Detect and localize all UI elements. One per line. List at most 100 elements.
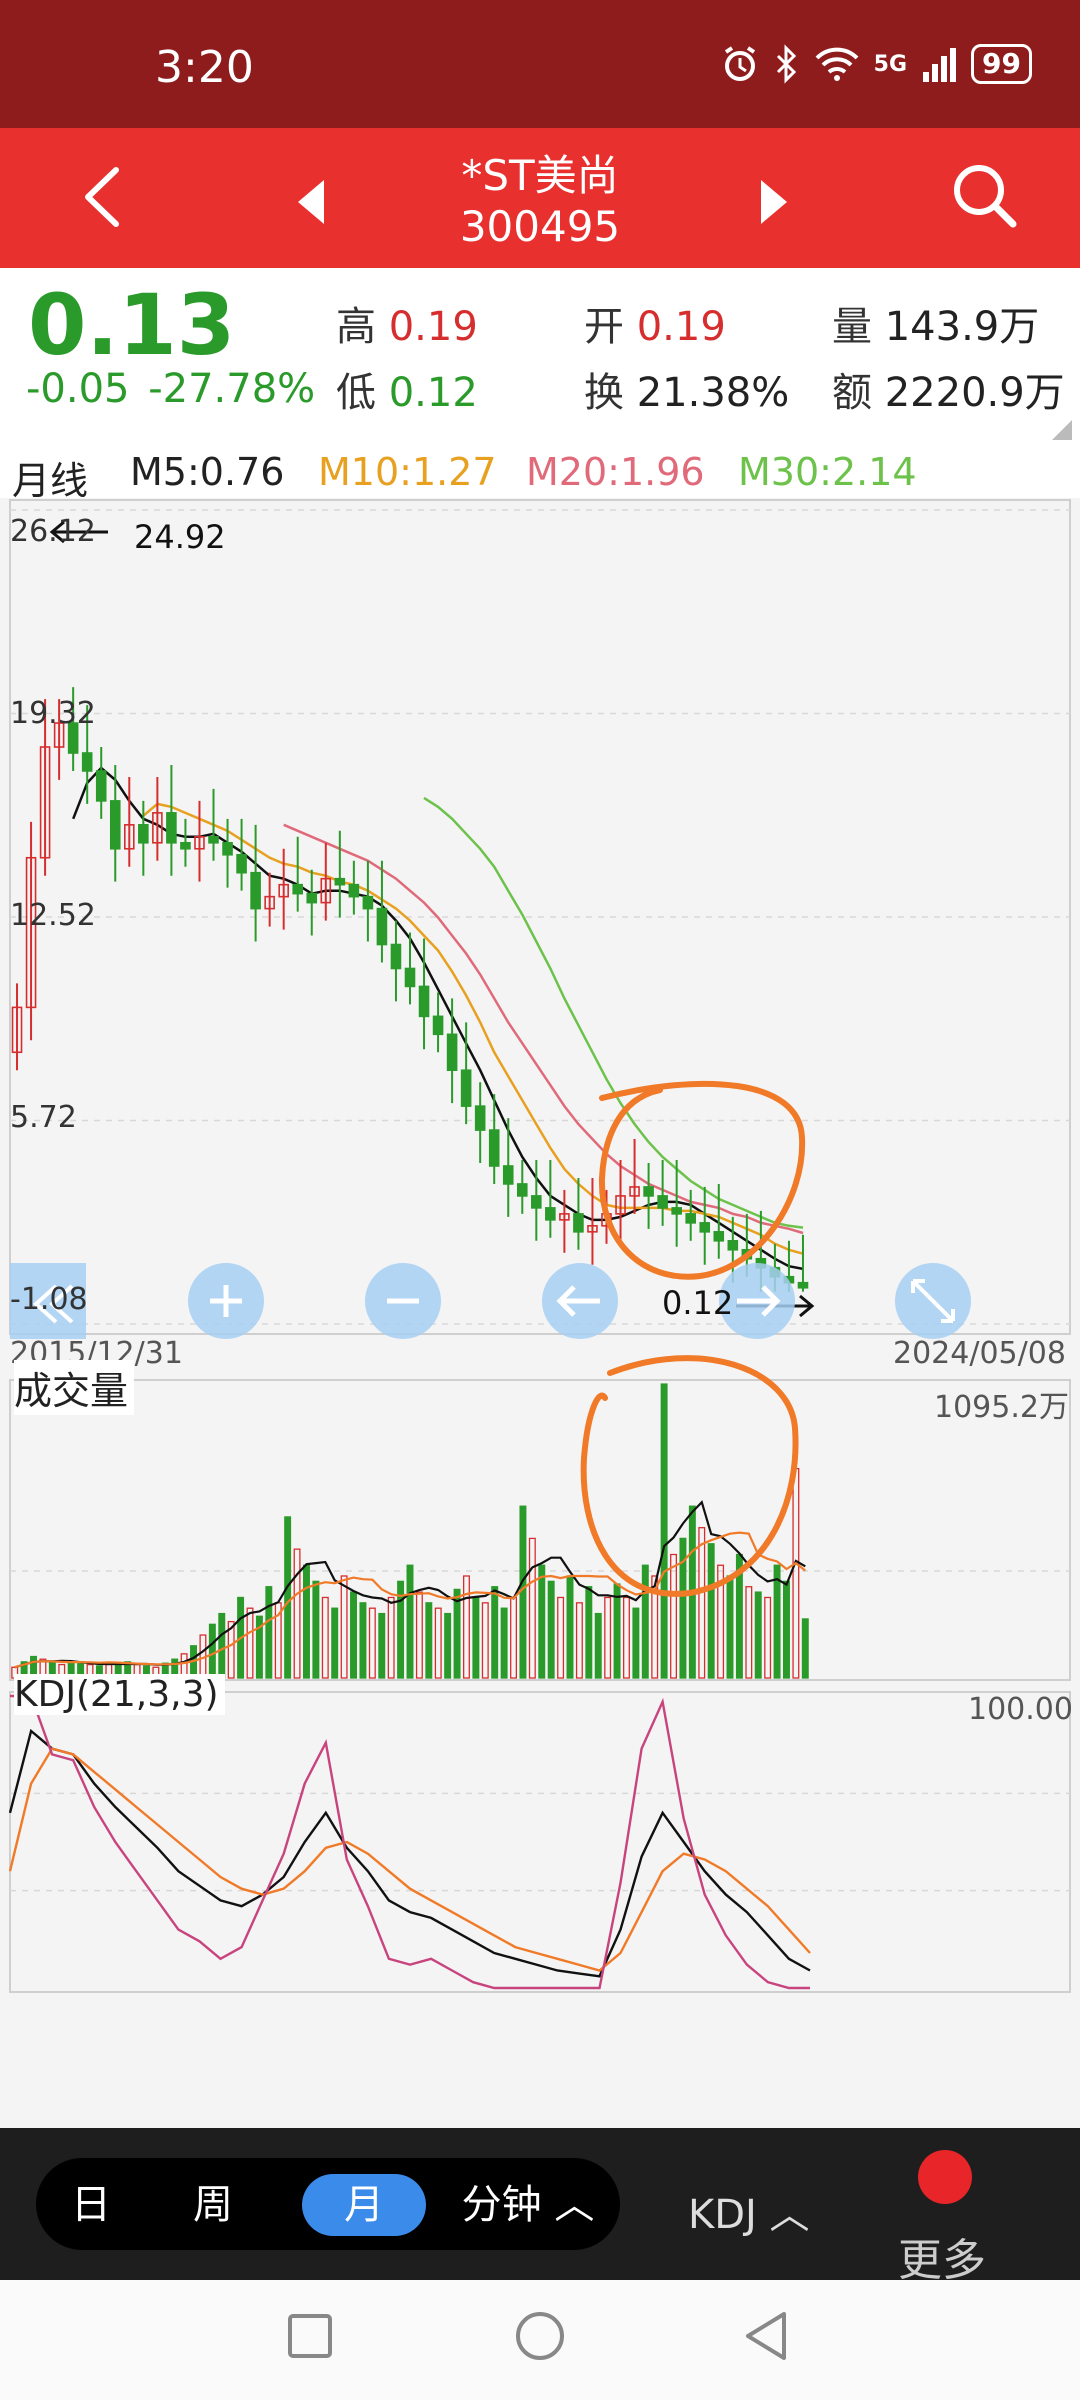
candle-body [685, 1213, 696, 1224]
volume-value: 143.9万 [884, 304, 1040, 350]
status-bar: 3:20 5G 99 [0, 0, 1080, 128]
next-stock-icon[interactable] [745, 172, 795, 232]
candle-body [545, 1207, 556, 1221]
candle-body [432, 1015, 444, 1036]
volume-bar [453, 1588, 461, 1679]
price-change: -0.05 -27.78% [26, 366, 315, 412]
volume-bar [566, 1575, 574, 1679]
volume-bar [500, 1607, 508, 1679]
tab-day[interactable]: 日 [54, 2174, 128, 2236]
candle-body [797, 1281, 809, 1289]
candle-body [474, 1105, 486, 1131]
tab-week[interactable]: 周 [176, 2174, 250, 2236]
bluetooth-icon [776, 44, 796, 84]
back-nav-icon[interactable] [742, 2310, 792, 2362]
candle-body [348, 883, 360, 898]
candle-body [390, 943, 402, 970]
candle-body [460, 1069, 472, 1107]
more-button[interactable]: 更多 [898, 2224, 986, 2288]
open-value: 0.19 [636, 304, 726, 350]
high-label: 高 [336, 304, 376, 350]
candle-body [166, 812, 177, 844]
candle-body [208, 835, 219, 844]
change-value: -0.05 [26, 366, 130, 412]
y-label-1: 19.32 [10, 696, 96, 731]
volume-bar [726, 1575, 734, 1679]
volume-bar [773, 1564, 781, 1679]
kdj-panel-frame [9, 1691, 1071, 1993]
volume-row: 量 143.9万 [832, 294, 1039, 352]
chart-area: 26.12 19.32 12.52 5.72 -1.08 24.92 0.12 … [0, 498, 1080, 1998]
prev-stock-icon[interactable] [290, 172, 340, 232]
volume-bar [425, 1602, 433, 1679]
turnover-value: 21.38% [636, 370, 790, 416]
max-marker: 24.92 [134, 518, 226, 556]
home-icon[interactable] [514, 2310, 566, 2362]
change-percent: -27.78% [148, 366, 316, 412]
recent-apps-icon[interactable] [286, 2312, 334, 2360]
volume-title: 成交量 [14, 1360, 135, 1415]
volume-bar [302, 1564, 310, 1679]
candle-body [699, 1222, 711, 1233]
y-label-0: 26.12 [10, 514, 96, 549]
expand-corner-icon[interactable] [1052, 420, 1072, 440]
alarm-icon [724, 46, 755, 81]
candle-body [95, 770, 107, 802]
candle-body [222, 841, 233, 856]
status-icons: 5G 99 [720, 44, 1032, 84]
high-value: 0.19 [388, 304, 478, 350]
back-icon[interactable] [70, 162, 140, 232]
y-label-2: 12.52 [10, 898, 96, 933]
candle-body [502, 1165, 514, 1185]
open-row: 开 0.19 [584, 294, 726, 352]
m30-label: M30:2.14 [738, 450, 917, 494]
volume-bar [265, 1586, 273, 1679]
tab-minute[interactable]: 分钟 ︿ [448, 2174, 608, 2236]
volume-bar [585, 1586, 593, 1679]
open-label: 开 [584, 304, 624, 350]
tab-month[interactable]: 月 [302, 2174, 426, 2236]
candle-body [376, 907, 388, 946]
more-badge-icon [918, 2150, 972, 2204]
candle-body [657, 1195, 668, 1209]
battery-indicator: 99 [971, 44, 1032, 84]
indicator-selector[interactable]: KDJ ︿ [688, 2182, 810, 2240]
volume-bar [378, 1612, 386, 1679]
volume-bar [444, 1612, 452, 1679]
candle-body [488, 1129, 500, 1167]
volume-bar [782, 1580, 790, 1679]
candle-body [362, 895, 374, 910]
turnover-row: 换 21.38% [584, 360, 789, 418]
title-bar: *ST美尚 300495 [0, 128, 1080, 268]
amount-value: 2220.9万 [884, 370, 1065, 416]
candle-body [250, 871, 261, 910]
volume-bar [547, 1580, 555, 1679]
candle-body [671, 1207, 682, 1215]
volume-bar [218, 1612, 226, 1679]
high-row: 高 0.19 [336, 294, 478, 352]
volume-bar [754, 1591, 762, 1679]
candle-body [418, 985, 430, 1018]
period-tabs: 日 周 月 分钟 ︿ [36, 2158, 620, 2250]
ma-indicator-line: 月线 M5:0.76 M10:1.27 M20:1.96 M30:2.14 [0, 448, 1080, 503]
candle-body [573, 1213, 584, 1233]
candle-body [531, 1195, 542, 1209]
turnover-label: 换 [584, 370, 624, 416]
volume-bar [613, 1583, 621, 1679]
m20-label: M20:1.96 [526, 450, 705, 494]
status-time: 3:20 [155, 42, 254, 93]
candle-body [516, 1183, 528, 1197]
network-type: 5G [873, 51, 908, 77]
y-label-3: 5.72 [10, 1100, 77, 1135]
search-icon[interactable] [945, 156, 1025, 236]
candle-body [643, 1186, 654, 1197]
candle-body [292, 883, 304, 895]
system-nav-bar [0, 2280, 1080, 2400]
low-row: 低 0.12 [336, 360, 478, 418]
volume-bar [641, 1564, 649, 1679]
volume-bar [359, 1602, 367, 1679]
charts-svg[interactable] [0, 498, 1080, 1998]
volume-bar [331, 1607, 339, 1679]
volume-bar [707, 1543, 715, 1679]
wifi-icon [815, 47, 859, 81]
